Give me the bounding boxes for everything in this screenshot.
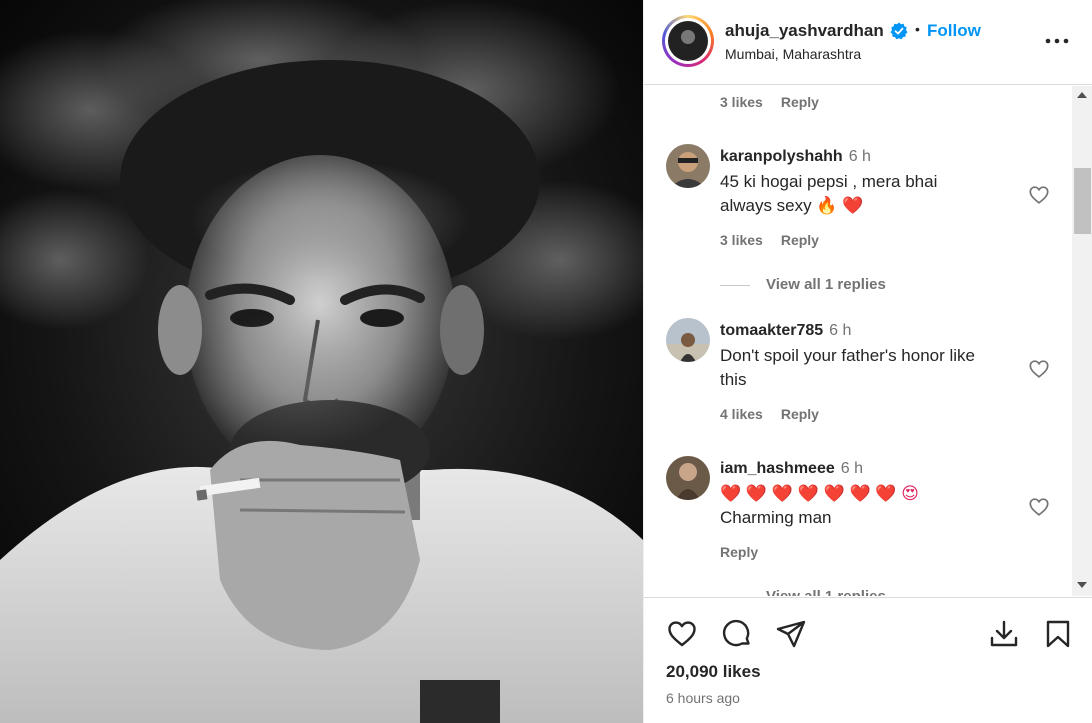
comment-meta: 3 likes Reply <box>720 232 837 248</box>
scroll-up-arrow-icon[interactable] <box>1077 92 1087 98</box>
comment-meta: 3 likes Reply <box>720 94 837 110</box>
follow-button[interactable]: Follow <box>927 21 981 41</box>
comment-time[interactable]: 6 h <box>841 460 863 477</box>
comment-like-heart-icon[interactable] <box>1028 496 1050 518</box>
reply-button[interactable]: Reply <box>781 232 819 248</box>
comment-text-line: always sexy 🔥 ❤️ <box>720 196 864 215</box>
post-timestamp[interactable]: 6 hours ago <box>666 690 740 706</box>
more-options-icon[interactable] <box>1042 28 1072 54</box>
reply-button[interactable]: Reply <box>781 406 819 422</box>
comment-likes[interactable]: 3 likes <box>720 94 763 110</box>
verified-badge-icon <box>890 22 908 40</box>
comment-text: Don't spoil your father's honor like thi… <box>720 344 1020 392</box>
comment-icon[interactable] <box>721 618 753 650</box>
commenter-username[interactable]: iam_hashmeee <box>720 460 835 477</box>
post-header: ahuja_yashvardhan • Follow Mumbai, Mahar… <box>644 0 1092 85</box>
scrollbar-thumb[interactable] <box>1074 168 1091 234</box>
comment-meta: Reply <box>720 544 776 560</box>
comment-item: iam_hashmeee 6 h <box>720 460 863 478</box>
heart-icon[interactable] <box>666 618 698 650</box>
share-icon[interactable] <box>775 618 807 650</box>
comments-scrollbar[interactable] <box>1072 86 1092 596</box>
comment-like-heart-icon[interactable] <box>1028 358 1050 380</box>
commenter-avatar[interactable] <box>666 318 710 362</box>
replies-divider <box>720 284 750 286</box>
comment-text-line: Don't spoil your father's honor like <box>720 346 976 365</box>
view-replies-label: View all 1 replies <box>766 276 886 293</box>
reply-button[interactable]: Reply <box>720 544 758 560</box>
bookmark-icon[interactable] <box>1042 618 1074 650</box>
author-username[interactable]: ahuja_yashvardhan <box>725 21 884 41</box>
post-location[interactable]: Mumbai, Maharashtra <box>725 46 861 62</box>
comment-text-line: 45 ki hogai pepsi , mera bhai <box>720 172 938 191</box>
view-replies-button[interactable]: View all 1 replies <box>720 588 886 596</box>
download-icon[interactable] <box>988 618 1020 650</box>
comment-like-heart-icon[interactable] <box>1028 184 1050 206</box>
separator-dot: • <box>915 21 920 37</box>
comment-item: karanpolyshahh 6 h <box>720 148 871 166</box>
comment-text-line: ❤️ ❤️ ❤️ ❤️ ❤️ ❤️ ❤️ 😍 <box>720 484 919 503</box>
commenter-username[interactable]: tomaakter785 <box>720 322 823 339</box>
comment-likes[interactable]: 4 likes <box>720 406 763 422</box>
view-replies-label: View all 1 replies <box>766 588 886 596</box>
likes-count[interactable]: 20,090 likes <box>666 662 761 682</box>
commenter-username[interactable]: karanpolyshahh <box>720 148 843 165</box>
scroll-down-arrow-icon[interactable] <box>1077 582 1087 588</box>
comment-text-line: Charming man <box>720 508 832 527</box>
comment-meta: 4 likes Reply <box>720 406 837 422</box>
commenter-avatar[interactable] <box>666 144 710 188</box>
comment-time[interactable]: 6 h <box>829 322 851 339</box>
comment-item: tomaakter785 6 h <box>720 322 851 340</box>
view-replies-button[interactable]: View all 1 replies <box>720 276 886 293</box>
comment-text-line: this <box>720 370 747 389</box>
author-avatar[interactable] <box>662 15 714 67</box>
comment-text: 45 ki hogai pepsi , mera bhai always sex… <box>720 170 1020 218</box>
reply-button[interactable]: Reply <box>781 94 819 110</box>
comment-likes[interactable]: 3 likes <box>720 232 763 248</box>
comments-list[interactable]: 3 likes Reply karanpolyshahh 6 h 45 ki hog… <box>644 86 1092 596</box>
post-actions-bar: 20,090 likes 6 hours ago <box>644 597 1092 723</box>
post-details-panel: ahuja_yashvardhan • Follow Mumbai, Mahar… <box>643 0 1092 723</box>
comment-text: ❤️ ❤️ ❤️ ❤️ ❤️ ❤️ ❤️ 😍 Charming man <box>720 482 1020 530</box>
post-image[interactable] <box>0 0 643 723</box>
post-photo-portrait <box>0 0 643 723</box>
comment-time[interactable]: 6 h <box>849 148 871 165</box>
commenter-avatar[interactable] <box>666 456 710 500</box>
